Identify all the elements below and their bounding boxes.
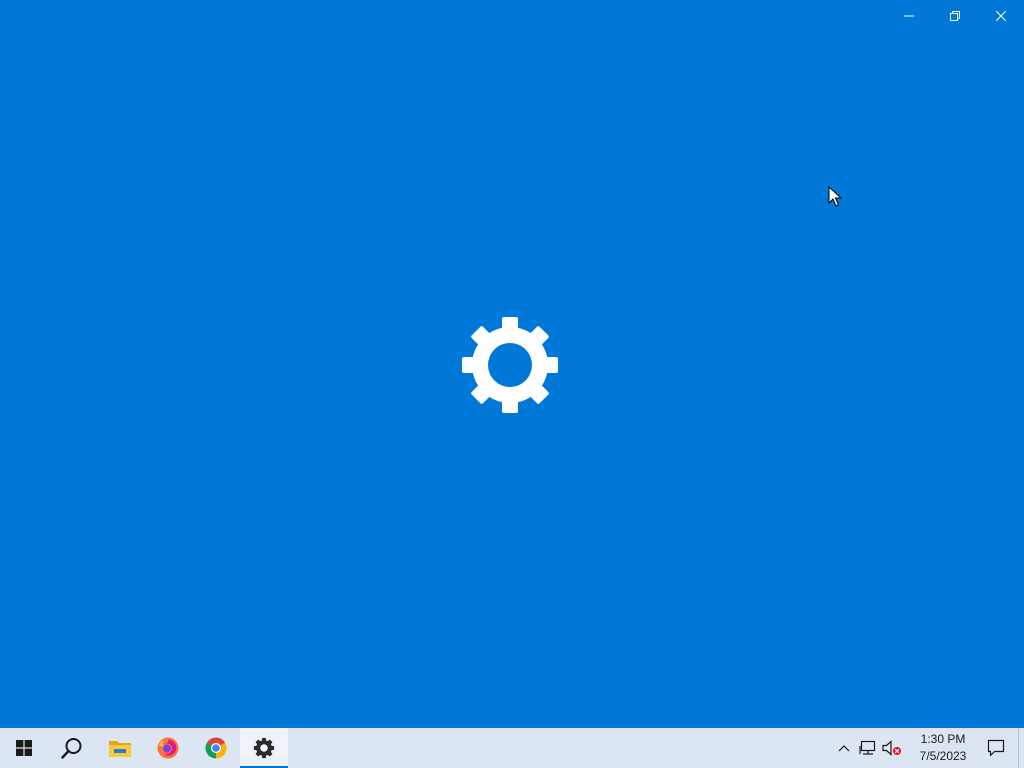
mouse-cursor-icon: [828, 186, 842, 207]
search-icon: [61, 738, 82, 759]
start-button[interactable]: [0, 728, 48, 768]
network-icon: [859, 740, 876, 755]
close-button[interactable]: [978, 0, 1024, 32]
clock-date: 7/5/2023: [919, 749, 967, 763]
action-center-button[interactable]: [974, 728, 1018, 768]
clock[interactable]: 1:30 PM 7/5/2023: [912, 728, 974, 768]
minimize-icon: [904, 15, 914, 17]
show-desktop-button[interactable]: [1018, 728, 1024, 768]
chrome-icon: [205, 737, 227, 759]
close-icon: [996, 11, 1006, 21]
windows-logo-icon: [16, 740, 32, 756]
network-button[interactable]: [856, 728, 880, 768]
gear-icon: [253, 737, 275, 759]
show-hidden-icons-button[interactable]: [832, 728, 856, 768]
minimize-button[interactable]: [886, 0, 932, 32]
taskbar-item-file-explorer[interactable]: [96, 728, 144, 768]
taskbar-item-firefox[interactable]: [144, 728, 192, 768]
taskbar-item-chrome[interactable]: [192, 728, 240, 768]
clock-time: 1:30 PM: [920, 732, 966, 746]
system-tray: 1:30 PM 7/5/2023: [832, 728, 1024, 768]
restore-icon: [950, 11, 960, 21]
taskbar: 1:30 PM 7/5/2023: [0, 728, 1024, 768]
caption-buttons: [886, 0, 1024, 32]
search-button[interactable]: [48, 728, 96, 768]
volume-muted-icon: [882, 740, 901, 756]
gear-icon: [462, 317, 558, 413]
chevron-up-icon: [838, 745, 850, 752]
taskbar-item-settings[interactable]: [240, 728, 288, 768]
settings-window: [0, 0, 1024, 728]
restore-button[interactable]: [932, 0, 978, 32]
volume-button[interactable]: [880, 728, 904, 768]
folder-icon: [109, 741, 131, 757]
firefox-icon: [157, 737, 179, 759]
action-center-icon: [987, 739, 1005, 757]
